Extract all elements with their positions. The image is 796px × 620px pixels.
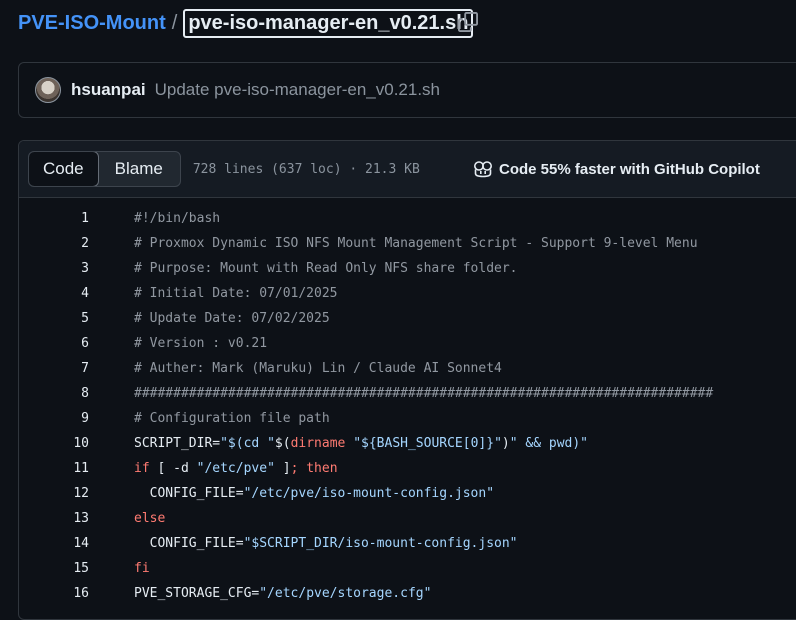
line-text: #!/bin/bash [134, 211, 221, 226]
code-line: 7 # Auther: Mark (Maruku) Lin / Claude AI… [19, 356, 796, 381]
code-line: 1 #!/bin/bash [19, 206, 796, 231]
line-number[interactable]: 16 [19, 586, 89, 601]
code-line: 6 # Version : v0.21 [19, 331, 796, 356]
copilot-icon [473, 160, 493, 178]
line-number[interactable]: 2 [19, 236, 89, 251]
code-line: 13 else [19, 506, 796, 531]
line-number[interactable]: 8 [19, 386, 89, 401]
file-name: pve-iso-manager-en_v0.21.sh [183, 8, 474, 38]
repo-link[interactable]: PVE-ISO-Mount [18, 12, 166, 35]
tab-code[interactable]: Code [28, 152, 99, 186]
line-text: CONFIG_FILE="$SCRIPT_DIR/iso-mount-confi… [149, 536, 518, 551]
line-text: if [ -d "/etc/pve" ]; then [134, 461, 338, 476]
line-text: # Proxmox Dynamic ISO NFS Mount Manageme… [134, 236, 698, 251]
code-line: 8 #######################################… [19, 381, 796, 406]
avatar[interactable] [35, 77, 61, 103]
code-line: 2 # Proxmox Dynamic ISO NFS Mount Managem… [19, 231, 796, 256]
code-line: 14 CONFIG_FILE="$SCRIPT_DIR/iso-mount-co… [19, 531, 796, 556]
line-number[interactable]: 11 [19, 461, 89, 476]
code-line: 16 PVE_STORAGE_CFG="/etc/pve/storage.cfg" [19, 581, 796, 606]
line-text: fi [134, 561, 150, 576]
line-number[interactable]: 3 [19, 261, 89, 276]
line-text: else [134, 511, 166, 526]
file-stats: 728 lines (637 loc) · 21.3 KB [192, 161, 420, 177]
breadcrumb: PVE-ISO-Mount / pve-iso-manager-en_v0.21… [18, 8, 474, 38]
line-text: # Configuration file path [134, 411, 330, 426]
tab-blame[interactable]: Blame [98, 152, 180, 186]
code-line: 10 SCRIPT_DIR="$(cd "$(dirname "${BASH_SO… [19, 431, 796, 456]
line-number[interactable]: 7 [19, 361, 89, 376]
file-viewer: Code Blame 728 lines (637 loc) · 21.3 KB… [18, 140, 796, 620]
line-text: ########################################… [134, 386, 714, 401]
line-number[interactable]: 12 [19, 486, 89, 501]
line-number[interactable]: 9 [19, 411, 89, 426]
breadcrumb-separator: / [171, 11, 178, 34]
line-text: # Version : v0.21 [134, 336, 268, 351]
code-view: 1 #!/bin/bash 2 # Proxmox Dynamic ISO NFS … [19, 198, 796, 606]
line-number[interactable]: 10 [19, 436, 89, 451]
line-text: PVE_STORAGE_CFG="/etc/pve/storage.cfg" [134, 586, 432, 601]
line-number[interactable]: 6 [19, 336, 89, 351]
code-line: 12 CONFIG_FILE="/etc/pve/iso-mount-confi… [19, 481, 796, 506]
line-number[interactable]: 13 [19, 511, 89, 526]
line-number[interactable]: 1 [19, 211, 89, 226]
code-line: 9 # Configuration file path [19, 406, 796, 431]
copilot-label: Code 55% faster with GitHub Copilot [499, 160, 760, 178]
line-text: # Update Date: 07/02/2025 [134, 311, 330, 326]
line-number[interactable]: 4 [19, 286, 89, 301]
code-line: 5 # Update Date: 07/02/2025 [19, 306, 796, 331]
line-number[interactable]: 14 [19, 536, 89, 551]
file-header: Code Blame 728 lines (637 loc) · 21.3 KB… [19, 141, 796, 198]
code-line: 15 fi [19, 556, 796, 581]
copy-path-button[interactable] [456, 10, 480, 34]
line-text: # Purpose: Mount with Read Only NFS shar… [134, 261, 518, 276]
line-text: # Auther: Mark (Maruku) Lin / Claude AI … [134, 361, 502, 376]
copilot-promo[interactable]: Code 55% faster with GitHub Copilot [473, 141, 760, 197]
code-line: 11 if [ -d "/etc/pve" ]; then [19, 456, 796, 481]
line-text: CONFIG_FILE="/etc/pve/iso-mount-config.j… [149, 486, 495, 501]
commit-author[interactable]: hsuanpai [71, 80, 146, 100]
code-line: 3 # Purpose: Mount with Read Only NFS sha… [19, 256, 796, 281]
code-line: 4 # Initial Date: 07/01/2025 [19, 281, 796, 306]
copy-icon [458, 12, 478, 32]
view-toggle: Code Blame [28, 151, 181, 187]
line-text: SCRIPT_DIR="$(cd "$(dirname "${BASH_SOUR… [134, 436, 589, 451]
line-number[interactable]: 15 [19, 561, 89, 576]
line-text: # Initial Date: 07/01/2025 [134, 286, 338, 301]
commit-message[interactable]: Update pve-iso-manager-en_v0.21.sh [155, 80, 440, 100]
latest-commit: hsuanpai Update pve-iso-manager-en_v0.21… [18, 62, 796, 118]
line-number[interactable]: 5 [19, 311, 89, 326]
